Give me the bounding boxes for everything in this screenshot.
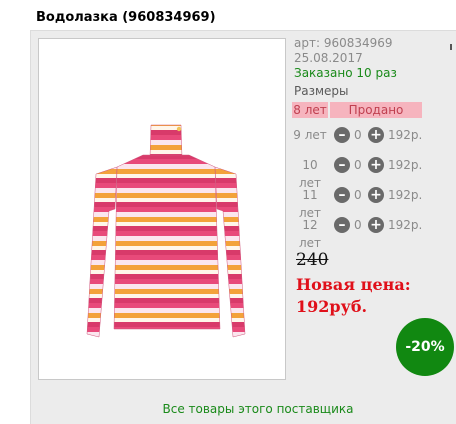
product-title: Водолазка (960834969) (36, 10, 216, 25)
quantity-value: 0 (354, 218, 362, 232)
plus-icon[interactable]: + (368, 127, 384, 143)
marker-tick (450, 44, 452, 50)
size-row-sold: 8 лет Продано (292, 102, 422, 120)
supplier-products-link[interactable]: Все товары этого поставщика (0, 402, 456, 416)
product-image[interactable] (38, 38, 286, 380)
size-label: 12 лет (298, 218, 322, 250)
new-price-label: Новая цена: (296, 275, 411, 294)
new-price-value: 192руб. (296, 297, 368, 316)
size-row: 10 лет – 0 + 192р. (292, 156, 432, 190)
article-number: арт: 960834969 (294, 36, 393, 50)
size-label: 9 лет (293, 128, 327, 142)
size-label: 8 лет (292, 102, 328, 118)
old-price: 240 (296, 250, 329, 270)
ordered-count: Заказано 10 раз (294, 66, 397, 80)
minus-icon[interactable]: – (334, 187, 350, 203)
size-row: 12 лет – 0 + 192р. (292, 216, 432, 250)
size-row: 11 лет – 0 + 192р. (292, 186, 432, 220)
minus-icon[interactable]: – (334, 157, 350, 173)
quantity-value: 0 (354, 188, 362, 202)
size-price: 192р. (388, 128, 423, 142)
plus-icon[interactable]: + (368, 187, 384, 203)
new-price: Новая цена: 192руб. (296, 274, 436, 318)
button-detail (176, 126, 182, 132)
size-price: 192р. (388, 218, 423, 232)
quantity-value: 0 (354, 158, 362, 172)
size-price: 192р. (388, 158, 423, 172)
date: 25.08.2017 (294, 51, 363, 65)
turtleneck-image (86, 124, 246, 338)
minus-icon[interactable]: – (334, 217, 350, 233)
size-price: 192р. (388, 188, 423, 202)
sizes-heading: Размеры (294, 84, 349, 98)
sold-out-badge: Продано (330, 102, 422, 118)
discount-badge: -20% (396, 318, 454, 376)
minus-icon[interactable]: – (334, 127, 350, 143)
size-row: 9 лет – 0 + 192р. (292, 126, 432, 144)
quantity-value: 0 (354, 128, 362, 142)
plus-icon[interactable]: + (368, 157, 384, 173)
plus-icon[interactable]: + (368, 217, 384, 233)
